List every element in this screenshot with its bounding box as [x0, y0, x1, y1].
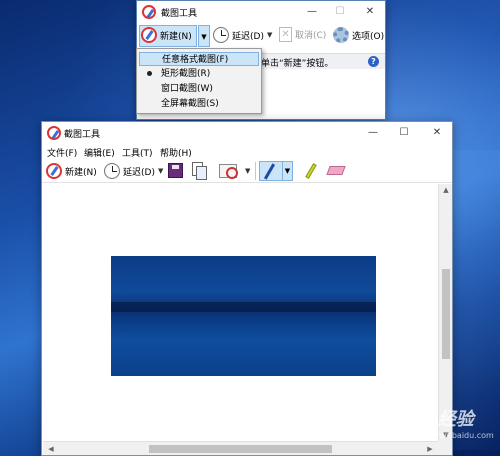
- hint-text: 单击“新建”按钮。: [261, 59, 334, 69]
- maximize-button[interactable]: ☐: [391, 122, 417, 144]
- pen-dropdown-chevron-icon[interactable]: ▼: [282, 162, 292, 180]
- minimize-button[interactable]: —: [360, 122, 386, 144]
- eraser-icon[interactable]: [326, 166, 346, 175]
- copy-button[interactable]: [192, 162, 207, 180]
- chevron-down-icon: ▼: [266, 31, 273, 39]
- menu-item-label: 任意格式截图(F): [162, 55, 229, 65]
- window-title: 截图工具: [64, 130, 101, 140]
- menu-help[interactable]: 帮助(H): [160, 146, 192, 159]
- snipping-tool-icon: [142, 5, 156, 19]
- chevron-down-icon: ▼: [157, 167, 164, 175]
- editor-toolbar: 新建(N) 延迟(D) ▼ ▼ ▼: [42, 159, 452, 183]
- gear-icon: [333, 27, 349, 43]
- titlebar: 截图工具 — ☐ ✕: [42, 122, 452, 144]
- send-icon: [219, 164, 238, 179]
- menu-item-label: 窗口截图(W): [161, 84, 213, 94]
- menu-edit[interactable]: 编辑(E): [84, 146, 115, 159]
- new-button[interactable]: 新建(N): [46, 163, 97, 179]
- scroll-right-arrow-icon[interactable]: ▶: [424, 445, 436, 453]
- close-button[interactable]: ✕: [424, 122, 450, 144]
- maximize-button[interactable]: ☐: [327, 1, 353, 23]
- horizontal-scroll-thumb[interactable]: [149, 445, 332, 453]
- menu-item-label: 全屏幕截图(S): [161, 99, 219, 109]
- options-button-label: 选项(O): [352, 31, 385, 42]
- captured-image-band: [111, 302, 376, 312]
- selected-bullet-icon: [147, 71, 152, 76]
- snipping-tool-icon: [141, 27, 157, 43]
- cancel-button-label: 取消(C): [295, 31, 327, 41]
- send-snip-button[interactable]: [219, 164, 238, 179]
- close-button[interactable]: ✕: [357, 1, 383, 23]
- pen-button[interactable]: ▼: [259, 161, 293, 181]
- snipping-tool-icon: [47, 126, 61, 140]
- options-button[interactable]: 选项(O): [333, 27, 384, 43]
- vertical-scroll-thumb[interactable]: [442, 269, 450, 359]
- snipping-tool-icon: [46, 163, 62, 179]
- pen-icon: [263, 163, 276, 180]
- menu-item-label: 矩形截图(R): [161, 69, 211, 79]
- scroll-up-arrow-icon[interactable]: ▲: [440, 186, 452, 194]
- save-icon: [168, 163, 183, 178]
- new-button-label: 新建(N): [65, 167, 97, 178]
- horizontal-scrollbar[interactable]: ◀ ▶: [43, 441, 438, 455]
- cancel-icon: ✕: [279, 27, 292, 42]
- scroll-left-arrow-icon[interactable]: ◀: [45, 445, 57, 453]
- toolbar-separator: [255, 162, 256, 180]
- highlighter-icon[interactable]: [305, 163, 317, 179]
- captured-image: [111, 256, 376, 376]
- delay-button-label: 延迟(D): [232, 31, 264, 42]
- menu-bar: 文件(F) 编辑(E) 工具(T) 帮助(H): [42, 145, 452, 159]
- send-dropdown-chevron-icon[interactable]: ▼: [245, 167, 250, 175]
- menu-item-rectangular[interactable]: 矩形截图(R): [139, 67, 259, 81]
- help-icon[interactable]: ?: [368, 56, 379, 67]
- vertical-scrollbar[interactable]: ▲ ▼: [438, 184, 452, 441]
- scrollbar-corner: [438, 441, 452, 455]
- copy-icon: [192, 162, 207, 180]
- new-mode-menu: 任意格式截图(F) 矩形截图(R) 窗口截图(W) 全屏幕截图(S): [136, 48, 262, 114]
- new-button-label: 新建(N): [160, 31, 192, 42]
- delay-button[interactable]: 延迟(D) ▼: [104, 163, 163, 179]
- menu-tools[interactable]: 工具(T): [122, 146, 153, 159]
- titlebar: 截图工具 — ☐ ✕: [137, 1, 385, 23]
- snip-canvas: [43, 184, 438, 441]
- delay-button[interactable]: 延迟(D) ▼: [213, 27, 272, 43]
- menu-item-window[interactable]: 窗口截图(W): [139, 82, 259, 96]
- cancel-button[interactable]: ✕ 取消(C): [279, 27, 326, 42]
- watermark-url: jingyan.baidu.com: [420, 431, 494, 440]
- menu-file[interactable]: 文件(F): [47, 146, 77, 159]
- save-button[interactable]: [168, 163, 183, 178]
- menu-item-full-screen[interactable]: 全屏幕截图(S): [139, 97, 259, 111]
- minimize-button[interactable]: —: [299, 1, 325, 23]
- baidu-jingyan-watermark: Baidu经验: [380, 409, 474, 430]
- window-title: 截图工具: [161, 9, 198, 19]
- clock-icon: [213, 27, 229, 43]
- clock-icon: [104, 163, 120, 179]
- delay-button-label: 延迟(D): [123, 167, 155, 178]
- new-button[interactable]: 新建(N): [141, 27, 192, 43]
- new-mode-dropdown[interactable]: ▼: [198, 25, 210, 47]
- menu-item-free-form[interactable]: 任意格式截图(F): [139, 52, 259, 66]
